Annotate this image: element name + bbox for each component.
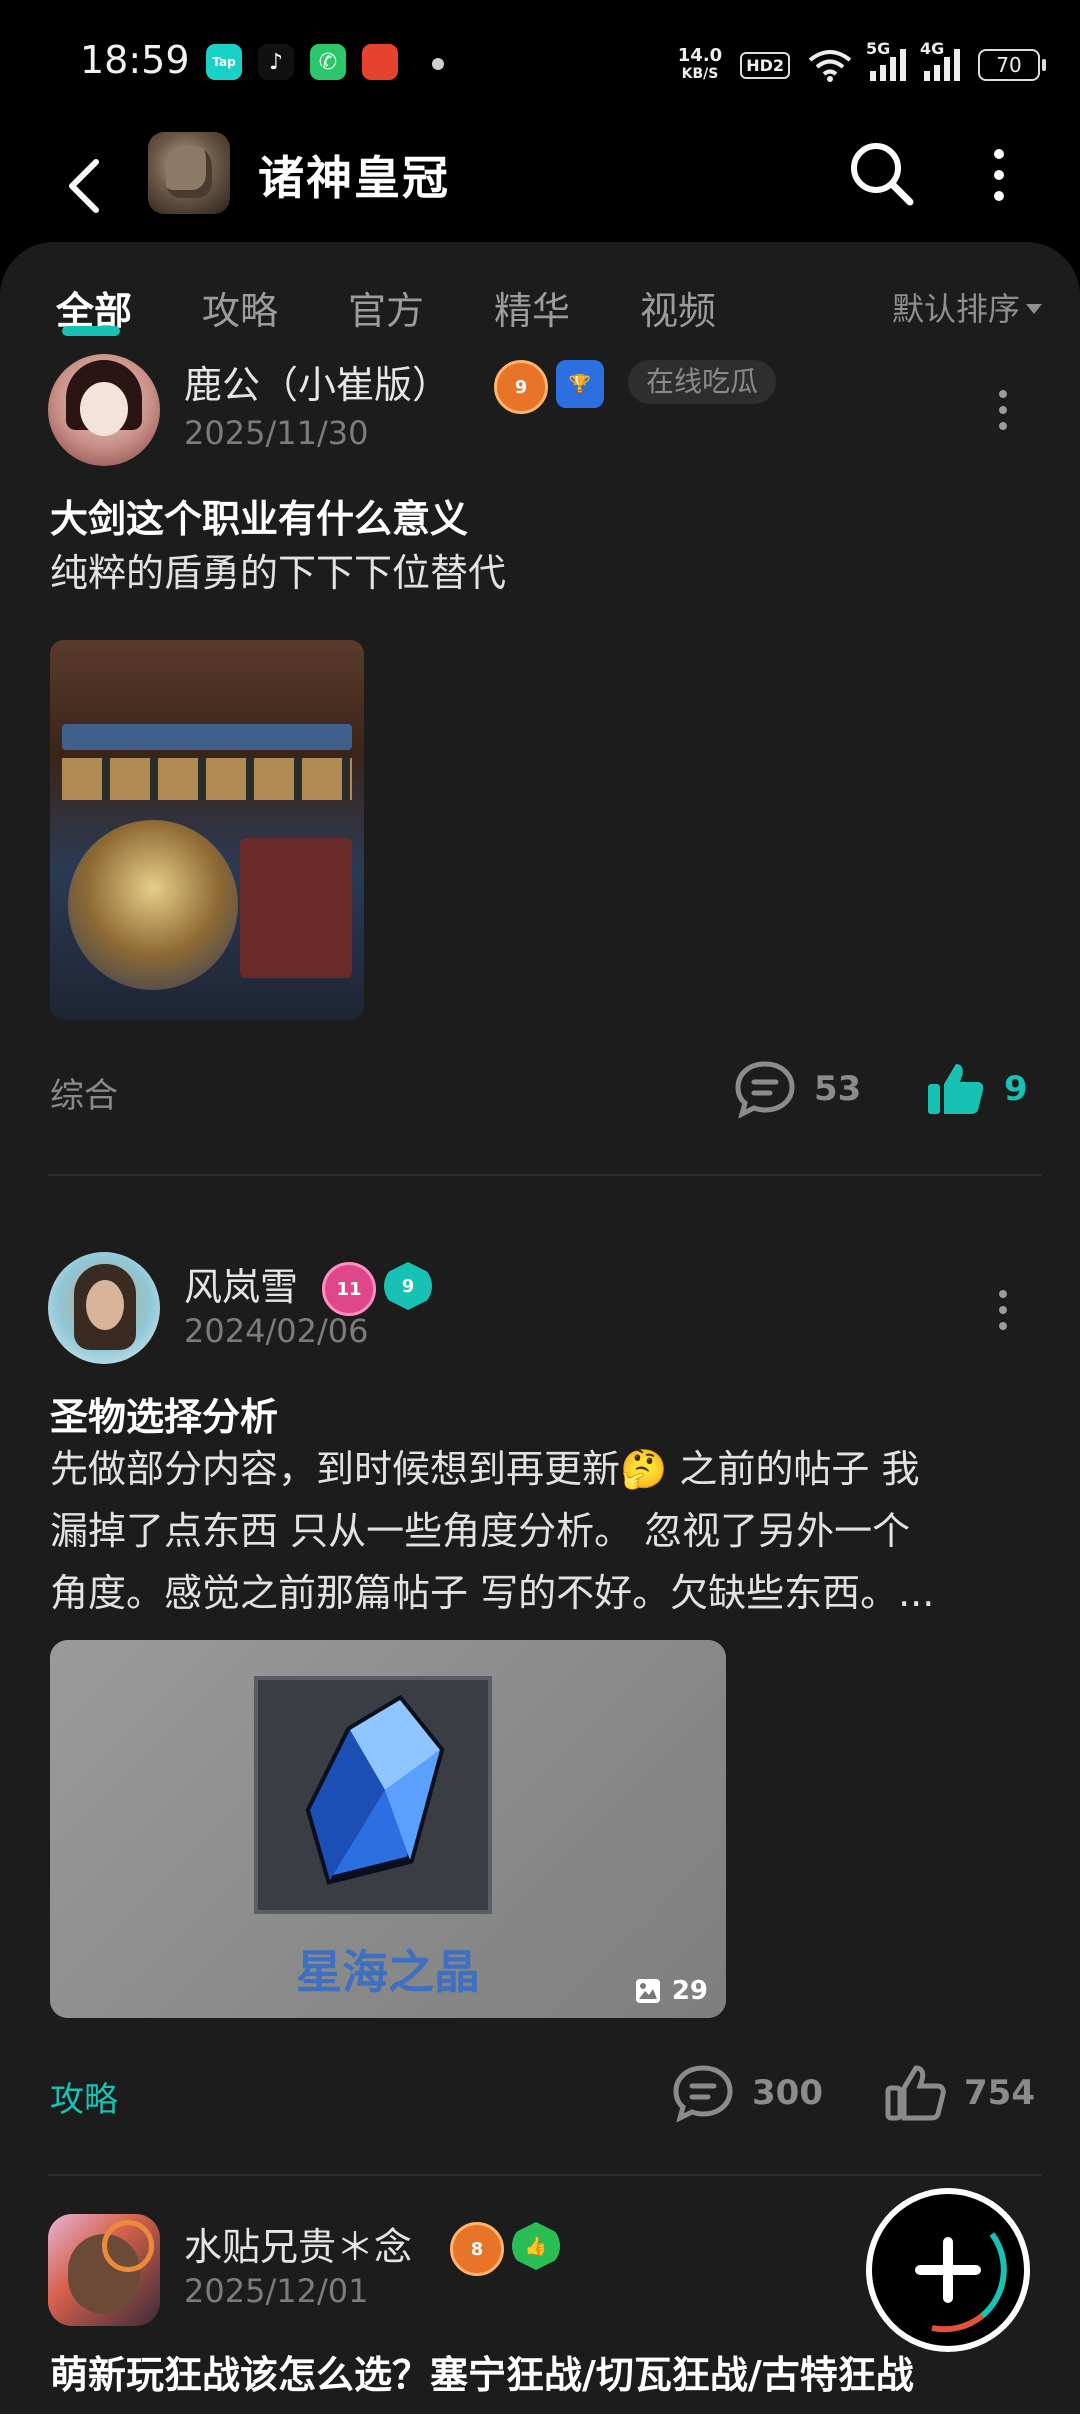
tab-guides[interactable]: 攻略 <box>202 280 278 335</box>
net-speed-value: 14.0 <box>677 45 723 66</box>
like-count-value: 9 <box>1004 1069 1028 1109</box>
phone-app-icon: ✆ <box>310 44 346 80</box>
comment-icon <box>735 1061 795 1118</box>
search-icon[interactable] <box>844 136 918 210</box>
comment-count-value: 300 <box>752 2073 823 2113</box>
comment-count[interactable]: 300 <box>672 2064 823 2122</box>
like-button[interactable]: 9 <box>924 1060 1028 1118</box>
net2-label: 4G <box>920 39 945 58</box>
comment-count[interactable]: 53 <box>734 1060 861 1118</box>
post-more-icon[interactable] <box>988 380 1018 440</box>
app-header: 诸神皇冠 <box>0 128 1080 242</box>
trophy-icon: 🏆 <box>556 360 604 408</box>
tab-official[interactable]: 官方 <box>348 280 424 335</box>
post-card[interactable]: 鹿公（小崔版） 9 🏆 在线吃瓜 2025/11/30 大剑这个职业有什么意义 … <box>0 242 1080 1172</box>
thumbs-up-badge-icon: 👍 <box>512 2222 560 2270</box>
excerpt-line: 先做部分内容，到时候想到再更新🤔 之前的帖子 我 <box>50 1447 920 1491</box>
sort-label: 默认排序 <box>891 290 1020 328</box>
clock: 18:59 <box>80 38 190 82</box>
feed-panel: 全部 攻略 官方 精华 视频 默认排序 鹿公（小崔版） 9 🏆 在线吃瓜 202… <box>0 242 1080 2414</box>
tab-video[interactable]: 视频 <box>640 280 716 335</box>
post-image[interactable] <box>50 640 364 1020</box>
level-badge-value: 9 <box>514 376 528 398</box>
level-badge-value: 11 <box>336 1278 362 1300</box>
hex-badge: 9 <box>384 1262 432 1310</box>
image-count: 29 <box>634 1976 708 2006</box>
net-speed-unit: KB/S <box>681 66 719 82</box>
author-name[interactable]: 水贴兄贵＊念 <box>184 2216 412 2271</box>
page-title: 诸神皇冠 <box>258 151 450 205</box>
avatar[interactable] <box>48 354 160 466</box>
avatar[interactable] <box>48 2214 160 2326</box>
avatar[interactable] <box>48 1252 160 1364</box>
hex-badge-value: 9 <box>401 1275 415 1297</box>
crystal-icon <box>305 1694 445 1885</box>
plus-icon <box>915 2232 1007 2333</box>
post-title[interactable]: 圣物选择分析 <box>50 1386 278 1441</box>
net-speed: 14.0 KB/S <box>678 47 722 83</box>
post-category[interactable]: 攻略 <box>50 2072 118 2121</box>
thumbs-up-icon <box>885 2065 946 2121</box>
comment-count-value: 53 <box>814 1069 862 1109</box>
author-name[interactable]: 风岚雪 <box>184 1256 298 1311</box>
image-caption: 星海之晶 <box>296 1945 480 1999</box>
more-notifications-dot <box>432 58 444 70</box>
post-category[interactable]: 综合 <box>50 1068 118 1117</box>
caret-down-icon <box>1026 304 1042 314</box>
level-badge: 11 <box>322 1262 376 1316</box>
post-more-icon[interactable] <box>988 1280 1018 1340</box>
excerpt-line: 漏掉了点东西 只从一些角度分析。 忽视了另外一个 <box>50 1509 911 1553</box>
post-date: 2025/11/30 <box>184 414 369 452</box>
hd-voice-icon: HD2 <box>740 51 790 79</box>
post-excerpt[interactable]: 纯粹的盾勇的下下下位替代 <box>50 542 1030 604</box>
user-tag: 在线吃瓜 <box>628 360 777 404</box>
taptap-app-icon: Tap <box>206 44 242 80</box>
post-title[interactable]: 萌新玩狂战该怎么选？塞宁狂战/切瓦狂战/古特狂战 <box>50 2344 914 2399</box>
comment-icon <box>673 2065 733 2122</box>
like-count-value: 754 <box>964 2073 1035 2113</box>
game-icon <box>148 132 230 214</box>
status-indicators: 14.0 KB/S HD2 5G 4G 70 <box>678 39 1046 90</box>
level-badge: 9 <box>494 360 548 414</box>
status-bar: 18:59 Tap ♪ ✆ 14.0 KB/S HD2 5G 4G 70 <box>0 0 1080 128</box>
image-count-value: 29 <box>671 1976 708 2006</box>
tiktok-app-icon: ♪ <box>258 44 294 80</box>
red-app-icon <box>362 44 398 80</box>
battery-icon: 70 <box>978 49 1046 81</box>
create-post-button[interactable] <box>866 2188 1030 2352</box>
post-date: 2024/02/06 <box>184 1312 369 1350</box>
net1-label: 5G <box>866 39 891 58</box>
tab-bar: 全部 攻略 官方 精华 视频 默认排序 <box>0 242 1080 354</box>
more-vertical-icon[interactable] <box>974 140 1024 210</box>
excerpt-line: 角度。感觉之前那篇帖子 写的不好。欠缺些东西。... <box>50 1571 935 1615</box>
chevron-left-icon <box>69 159 99 213</box>
level-badge-value: 8 <box>470 2238 484 2260</box>
like-button[interactable]: 754 <box>884 2064 1035 2122</box>
active-tab-indicator <box>62 326 120 336</box>
image-gallery-icon <box>635 1979 660 2003</box>
post-excerpt[interactable]: 先做部分内容，到时候想到再更新🤔 之前的帖子 我 漏掉了点东西 只从一些角度分析… <box>50 1438 1030 1624</box>
back-button[interactable] <box>54 146 114 226</box>
thumbs-up-filled-icon <box>928 1064 984 1114</box>
author-name[interactable]: 鹿公（小崔版） <box>184 354 450 409</box>
signal-4g-icon: 4G <box>920 39 960 81</box>
post-title[interactable]: 大剑这个职业有什么意义 <box>50 488 468 543</box>
post-image[interactable]: 星海之晶 29 <box>50 1640 726 2018</box>
post-date: 2025/12/01 <box>184 2272 369 2310</box>
wifi-icon <box>808 50 852 82</box>
sort-dropdown[interactable]: 默认排序 <box>892 284 1042 330</box>
signal-5g-icon: 5G <box>866 39 906 81</box>
level-badge: 8 <box>450 2222 504 2276</box>
tab-featured[interactable]: 精华 <box>494 280 570 335</box>
battery-level: 70 <box>996 53 1022 77</box>
